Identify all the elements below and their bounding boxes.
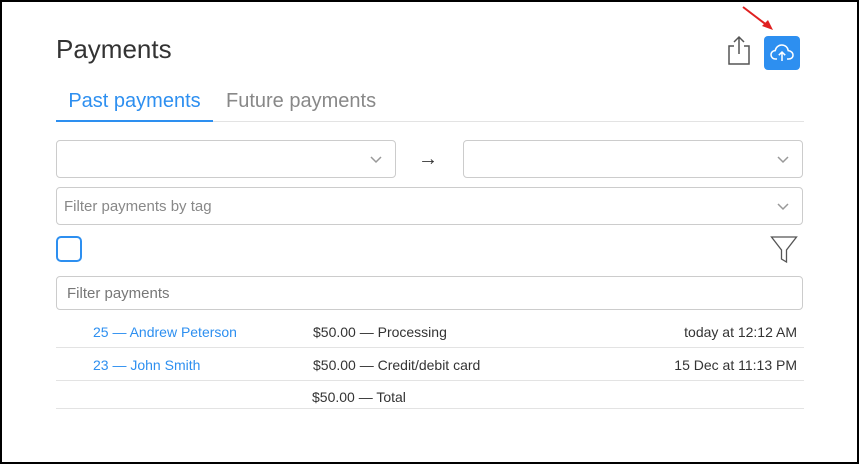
search-input[interactable] — [56, 276, 803, 310]
chevron-down-icon — [777, 156, 789, 164]
payment-link[interactable]: 23 — John Smith — [93, 357, 200, 373]
payment-date: 15 Dec at 11:13 PM — [674, 357, 797, 373]
table-row: 25 — Andrew Peterson $50.00 — Processing… — [56, 315, 804, 348]
chevron-down-icon — [777, 203, 789, 211]
payment-tabs: Past payments Future payments — [56, 84, 804, 122]
select-all-checkbox[interactable] — [56, 236, 82, 262]
total-amount: $50.00 — Total — [312, 389, 406, 405]
cloud-upload-icon — [770, 44, 794, 61]
payment-amount: $50.00 — Credit/debit card — [313, 357, 481, 373]
cloud-upload-button[interactable] — [764, 36, 800, 70]
filter-funnel-icon[interactable] — [770, 235, 798, 265]
share-icon — [728, 35, 750, 65]
date-from-select[interactable] — [56, 140, 396, 178]
share-button[interactable] — [725, 34, 753, 66]
date-range-arrow: → — [418, 148, 438, 170]
tab-past-payments[interactable]: Past payments — [56, 90, 213, 122]
payment-amount: $50.00 — Processing — [313, 324, 447, 340]
table-row: 23 — John Smith $50.00 — Credit/debit ca… — [56, 348, 804, 381]
tag-filter-select[interactable]: Filter payments by tag — [56, 187, 803, 225]
tab-future-payments[interactable]: Future payments — [226, 90, 376, 122]
payment-date: today at 12:12 AM — [684, 324, 797, 340]
total-row: $50.00 — Total — [56, 381, 804, 409]
page-title: Payments — [56, 34, 172, 64]
annotation-arrow-icon — [742, 6, 773, 30]
chevron-down-icon — [370, 156, 382, 164]
payments-list: 25 — Andrew Peterson $50.00 — Processing… — [56, 315, 804, 409]
tag-filter-placeholder: Filter payments by tag — [64, 198, 212, 215]
date-to-select[interactable] — [463, 140, 803, 178]
payment-link[interactable]: 25 — Andrew Peterson — [93, 324, 237, 340]
